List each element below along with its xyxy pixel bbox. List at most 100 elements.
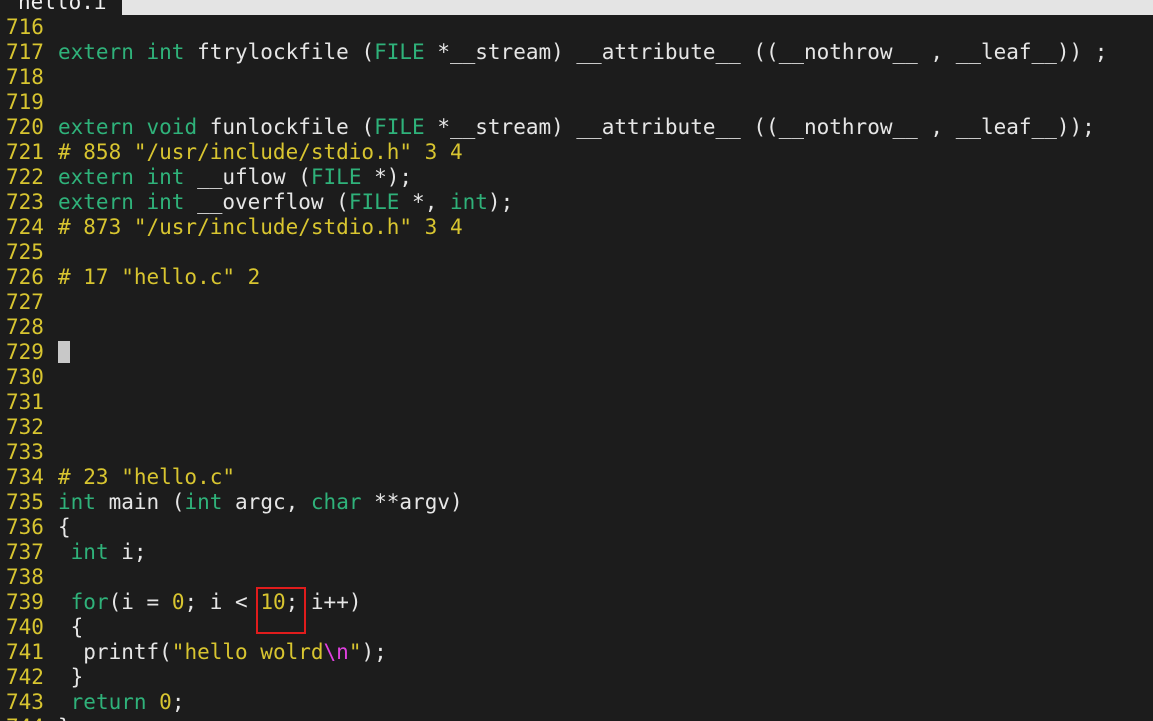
code-line[interactable]: 735 int main (int argc, char **argv) [0,490,1153,515]
line-number: 731 [6,390,44,414]
line-number: 718 [6,65,44,89]
code-token: ; [171,690,185,714]
line-number: 734 [6,465,44,489]
code-token: extern [58,165,134,189]
code-token: 0 [171,590,185,614]
code-line[interactable]: 733 [0,440,1153,465]
line-code: # 873 "/usr/include/stdio.h" 3 4 [58,215,463,239]
code-line[interactable]: 736 { [0,515,1153,540]
code-token: int [58,490,96,514]
code-token: 2 [235,265,261,289]
line-number: 733 [6,440,44,464]
code-token: "hello.c" [121,265,236,289]
code-token: "hello.c" [121,465,236,489]
code-line[interactable]: 737 int i; [0,540,1153,565]
code-line[interactable]: 730 [0,365,1153,390]
line-code: printf("hello wolrd\n"); [58,640,387,664]
code-token: " [348,640,362,664]
code-line[interactable]: 720 extern void funlockfile (FILE *__stre… [0,115,1153,140]
line-code: extern int __overflow (FILE *, int); [58,190,513,214]
code-line[interactable]: 722 extern int __uflow (FILE *); [0,165,1153,190]
code-line[interactable]: 719 [0,90,1153,115]
code-line[interactable]: 716 [0,15,1153,40]
code-line[interactable]: 729 [0,340,1153,365]
line-code: { [58,615,84,639]
code-token: int [70,540,109,564]
code-token: } [58,715,71,721]
code-line[interactable]: 740 { [0,615,1153,640]
line-number: 744 [0,715,58,721]
line-code: # 17 "hello.c" 2 [58,265,260,289]
line-number: 742 [6,665,44,689]
code-line[interactable]: 742 } [0,665,1153,690]
line-number: 743 [6,690,44,714]
code-token: FILE [374,115,425,139]
code-line[interactable]: 743 return 0; [0,690,1153,715]
code-token: { [58,615,84,639]
line-number: 729 [6,340,44,364]
code-token: return [70,690,147,714]
code-token: \n [323,640,349,664]
line-number: 740 [6,615,44,639]
code-line[interactable]: 724 # 873 "/usr/include/stdio.h" 3 4 [0,215,1153,240]
code-line[interactable]: 738 [0,565,1153,590]
code-token: # 873 [58,215,134,239]
line-number: 717 [6,40,44,64]
code-line[interactable]: 728 [0,315,1153,340]
code-line[interactable]: 726 # 17 "hello.c" 2 [0,265,1153,290]
code-line[interactable]: 744} [0,715,1153,721]
code-editor[interactable]: 716 717 extern int ftrylockfile (FILE *__s… [0,15,1153,721]
line-number: 732 [6,415,44,439]
code-token: 0 [159,690,172,714]
code-token: __uflow ( [184,165,311,189]
code-token: i; [108,540,147,564]
line-code: return 0; [58,690,185,714]
code-token: } [58,665,84,689]
code-line[interactable]: 734 # 23 "hello.c" [0,465,1153,490]
line-number: 723 [6,190,44,214]
code-line[interactable]: 732 [0,415,1153,440]
code-line[interactable]: 718 [0,65,1153,90]
code-token: ; i < [184,590,261,614]
code-token: int [146,40,185,64]
code-token: **argv) [361,490,463,514]
code-token: "/usr/include/stdio.h" [133,215,413,239]
line-code: # 858 "/usr/include/stdio.h" 3 4 [58,140,463,164]
code-line[interactable]: 725 [0,240,1153,265]
code-token: extern [58,190,134,214]
line-code: { [58,515,71,539]
code-line[interactable]: 741 printf("hello wolrd\n"); [0,640,1153,665]
code-token: extern [58,115,134,139]
code-line[interactable]: 717 extern int ftrylockfile (FILE *__stre… [0,40,1153,65]
code-token: ); [361,640,387,664]
code-token: void [146,115,198,139]
code-token: # 17 [58,265,122,289]
code-token: int [184,490,223,514]
line-number: 720 [6,115,44,139]
line-code: int i; [58,540,147,564]
code-token: ; i++) [285,590,362,614]
code-token: { [58,515,71,539]
code-token: funlockfile ( [197,115,375,139]
code-line[interactable]: 723 extern int __overflow (FILE *, int); [0,190,1153,215]
line-code: extern int __uflow (FILE *); [58,165,412,189]
code-line[interactable]: 721 # 858 "/usr/include/stdio.h" 3 4 [0,140,1153,165]
line-number: 739 [6,590,44,614]
code-line[interactable]: 731 [0,390,1153,415]
tab-hello-i[interactable]: hello.i [0,0,122,15]
code-token: # 23 [58,465,122,489]
line-number: 741 [6,640,44,664]
line-number: 722 [6,165,44,189]
code-token: FILE [374,40,425,64]
code-token: *, [399,190,450,214]
code-line[interactable]: 727 [0,290,1153,315]
line-code: int main (int argc, char **argv) [58,490,463,514]
code-token: *__stream) __attribute__ ((__nothrow__ ,… [424,115,1095,139]
line-number: 735 [6,490,44,514]
code-line[interactable]: 739 for(i = 0; i < 10; i++) [0,587,1153,634]
